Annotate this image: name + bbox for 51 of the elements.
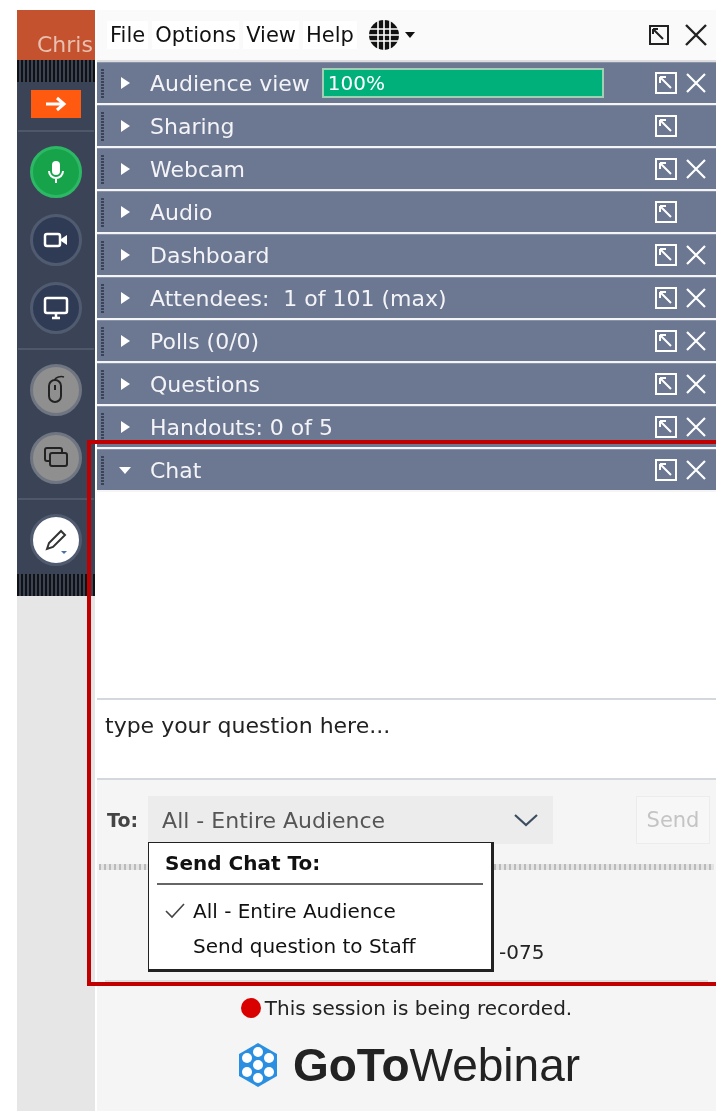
caret-icon xyxy=(118,119,132,133)
panel-title: Attendees: 1 of 101 (max) xyxy=(150,285,447,311)
caret-icon xyxy=(118,377,132,391)
panel-title: Handouts: 0 of 5 xyxy=(150,414,333,440)
close-icon[interactable] xyxy=(684,23,708,47)
menu-item[interactable]: Help xyxy=(303,21,357,49)
panel-title: Chat xyxy=(150,457,202,483)
panel-title: Polls (0/0) xyxy=(150,328,260,354)
grip-handle[interactable] xyxy=(17,60,95,82)
menu-item[interactable]: Options xyxy=(152,21,240,49)
microphone-button[interactable] xyxy=(30,146,82,198)
caret-icon xyxy=(118,76,132,90)
video-camera-icon xyxy=(42,230,70,250)
menu-item[interactable]: File xyxy=(107,21,149,49)
monitor-icon xyxy=(42,295,70,321)
panel-header[interactable]: Audio xyxy=(97,191,716,232)
menu-option[interactable]: All - Entire Audience xyxy=(157,893,483,928)
menu-title: Send Chat To: xyxy=(157,851,483,885)
menu-item[interactable]: View xyxy=(243,21,299,49)
user-name: Chris xyxy=(17,10,95,60)
chevron-down-icon xyxy=(513,812,540,828)
microphone-icon xyxy=(46,159,66,185)
panel-title: Webcam xyxy=(150,156,245,182)
recording-dot-icon xyxy=(240,998,261,1018)
panel-title: Sharing xyxy=(150,113,235,139)
recipient-dropdown[interactable]: All - Entire Audience xyxy=(148,796,554,844)
menu-option[interactable]: Send question to Staff xyxy=(157,928,483,963)
caret-icon xyxy=(118,162,132,176)
panel-title: Audience view xyxy=(150,70,310,96)
caret-icon xyxy=(118,248,132,262)
caret-icon xyxy=(118,205,132,219)
grip-handle[interactable] xyxy=(17,574,95,596)
pen-button[interactable] xyxy=(30,514,82,566)
recording-notice: This session is being recorded. xyxy=(264,996,573,1020)
screen-button[interactable] xyxy=(30,282,82,334)
caret-icon xyxy=(118,334,132,348)
mouse-icon xyxy=(45,375,67,405)
arrow-button[interactable] xyxy=(31,90,81,118)
panel-header[interactable]: Sharing xyxy=(97,105,716,146)
panel-title: Questions xyxy=(150,371,260,397)
caret-icon xyxy=(118,420,132,434)
caret-icon xyxy=(118,291,132,305)
webcam-button[interactable] xyxy=(30,214,82,266)
chat-input-field[interactable]: type your question here... xyxy=(97,700,716,780)
progress-reading: 100% xyxy=(326,71,386,95)
product-logo: GoToWebinar xyxy=(292,1038,581,1092)
restore-icon[interactable] xyxy=(648,24,670,46)
info-text: -075 xyxy=(499,940,545,964)
panel-title: Dashboard xyxy=(150,242,270,268)
to-label: To: xyxy=(107,809,139,831)
panel-title: Audio xyxy=(150,199,213,225)
